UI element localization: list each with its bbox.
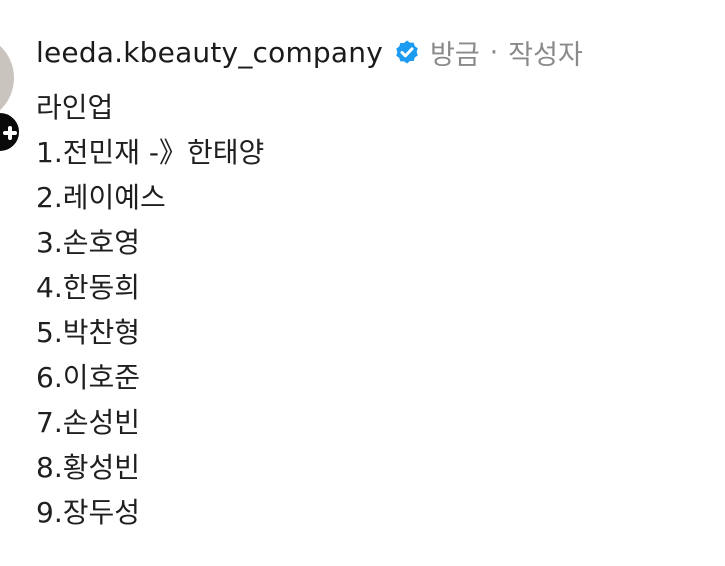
lineup-item-6: 6.이호준 (36, 361, 140, 394)
lineup-item-1: 1.전민재 -》한태양 (36, 136, 265, 169)
avatar[interactable] (0, 34, 14, 122)
lineup-item-9: 9.장두성 (36, 496, 140, 529)
plus-icon-stroke (8, 126, 12, 140)
comment-title-line: 라인업 (36, 91, 114, 124)
follow-button[interactable] (0, 110, 22, 154)
verified-badge-icon (396, 40, 418, 64)
timestamp: 방금 (429, 39, 480, 71)
author-badge: 작성자 (508, 39, 583, 71)
lineup-item-5: 5.박찬형 (36, 316, 140, 349)
username-link[interactable]: leeda.kbeauty_company (36, 36, 383, 69)
comment-header: leeda.kbeauty_company 방금 · 작성자 (36, 30, 583, 74)
comment-container: leeda.kbeauty_company 방금 · 작성자 라인업 1.전민재… (0, 0, 725, 566)
lineup-item-7: 7.손성빈 (36, 406, 140, 439)
lineup-item-3: 3.손호영 (36, 226, 140, 259)
lineup-item-8: 8.황성빈 (36, 451, 140, 484)
comment-text: 라인업 1.전민재 -》한태양 2.레이예스 3.손호영 4.한동희 5.박찬형… (36, 85, 264, 535)
lineup-item-4: 4.한동희 (36, 271, 140, 304)
lineup-item-2: 2.레이예스 (36, 181, 166, 214)
separator-dot: · (489, 36, 499, 68)
